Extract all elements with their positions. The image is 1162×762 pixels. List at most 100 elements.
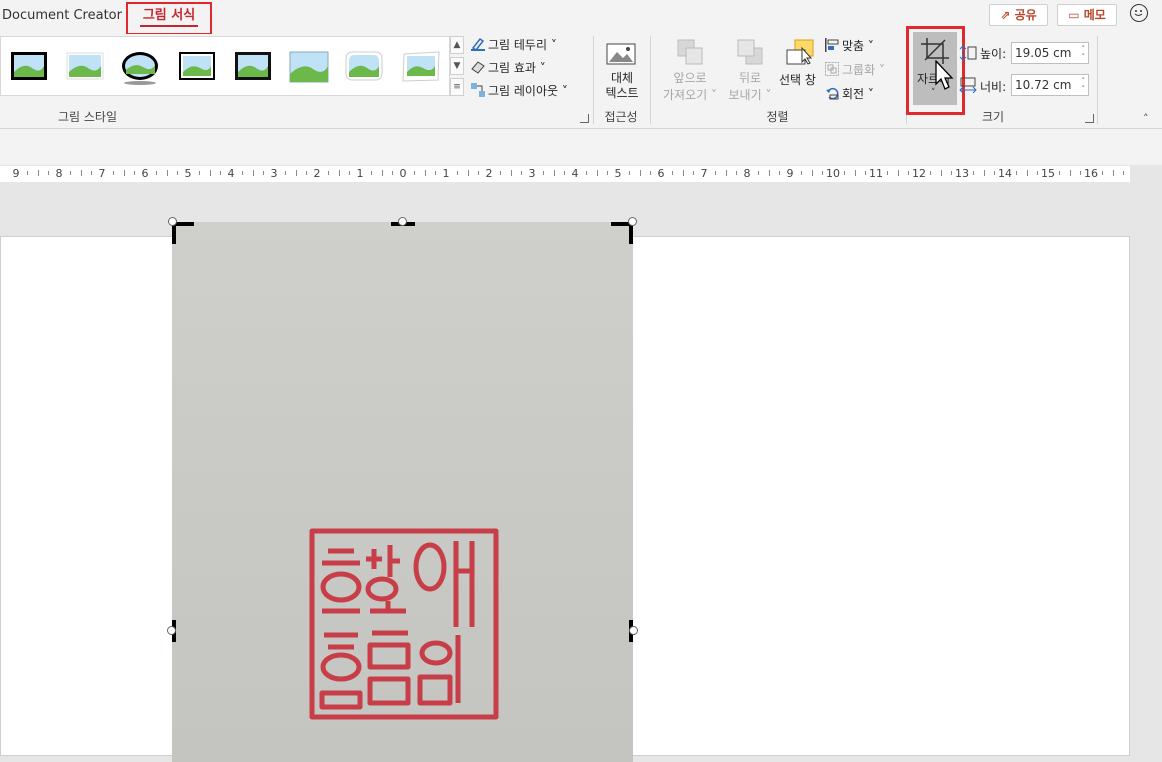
send-backward-button[interactable]: 뒤로 보내기 ˅ [724, 70, 776, 104]
gallery-more-button[interactable]: ≡ [450, 78, 464, 96]
ruler-tick [736, 171, 738, 175]
ruler-tick [48, 171, 50, 175]
ruler-tick [940, 170, 942, 176]
ruler-label: 16 [1084, 167, 1098, 180]
ruler-tick [499, 171, 501, 175]
rotate-label: 회전 [842, 87, 865, 101]
ruler-tick [671, 171, 673, 175]
horizontal-ruler[interactable]: 9 8 7 6 5 4 3 2 1 0 1 2 3 4 5 6 7 8 9 10 11 12 13 14 15 16 [0, 166, 1130, 182]
ruler-label: 14 [998, 167, 1012, 180]
height-spinner-icon[interactable]: ˄ ˅ [1082, 45, 1086, 61]
ruler-label: 4 [571, 167, 579, 180]
send-backward-line2: 보내기 [728, 88, 762, 102]
ruler-label: 5 [184, 167, 192, 180]
width-value: 10.72 cm [1015, 78, 1072, 92]
ruler-label: 9 [786, 167, 794, 180]
width-icon [959, 77, 977, 94]
width-spinner-icon[interactable]: ˄ ˅ [1082, 77, 1086, 93]
ruler-tick [1026, 170, 1028, 176]
ruler-tick [693, 171, 695, 175]
bring-forward-line1: 앞으로 [673, 71, 707, 85]
height-input[interactable]: 19.05 cm ˄ ˅ [1011, 42, 1089, 64]
group-divider [1097, 36, 1098, 124]
group-button[interactable]: 그룹화 ˅ [825, 61, 885, 78]
picture-styles-launcher-icon[interactable] [580, 114, 589, 123]
group-label-size: 크기 [981, 110, 1005, 124]
share-button[interactable]: ⇗ 공유 [989, 4, 1048, 26]
memo-button[interactable]: ▭ 메모 [1057, 4, 1117, 26]
style-thumb-3[interactable] [121, 50, 159, 85]
ruler-label: 5 [614, 167, 622, 180]
ruler-label: 4 [227, 167, 235, 180]
ruler-tick [639, 170, 641, 176]
picture-effects-button[interactable]: 그림 효과 ˅ [471, 59, 546, 76]
alt-text-button[interactable]: 대체 텍스트 [602, 71, 642, 101]
align-label: 맞춤 [842, 39, 865, 53]
ruler-label: 2 [485, 167, 493, 180]
ruler-tick [327, 171, 329, 175]
picture-layout-button[interactable]: 그림 레이아웃 ˅ [471, 82, 568, 99]
ruler-tick [37, 170, 39, 176]
style-thumb-6[interactable] [289, 50, 329, 83]
effects-icon [471, 60, 485, 74]
collapse-ribbon-icon[interactable]: ˄ [1143, 112, 1149, 125]
layout-icon [471, 83, 485, 97]
alt-text-line2: 텍스트 [605, 86, 639, 100]
ruler-tick [650, 171, 652, 175]
size-launcher-icon[interactable] [1085, 114, 1094, 123]
ruler-tick [1123, 171, 1125, 175]
ruler-tick [510, 170, 512, 176]
gallery-scroll-up-button[interactable]: ▲ [450, 36, 464, 54]
style-thumb-4[interactable] [178, 50, 216, 82]
alt-text-icon [605, 40, 637, 68]
resize-handle-right[interactable] [629, 626, 638, 635]
width-input[interactable]: 10.72 cm ˄ ˅ [1011, 74, 1089, 96]
resize-handle-top[interactable] [398, 217, 407, 226]
ruler-tick [908, 171, 910, 175]
style-thumb-8[interactable] [401, 50, 440, 82]
ruler-tick [198, 171, 200, 175]
bring-forward-button[interactable]: 앞으로 가져오기 ˅ [660, 70, 720, 104]
resize-handle-left[interactable] [167, 626, 176, 635]
ruler-label: 3 [270, 167, 278, 180]
ruler-tick [91, 171, 93, 175]
feedback-smiley-icon[interactable] [1130, 4, 1148, 22]
align-button[interactable]: 맞춤 ˅ [825, 37, 874, 54]
ruler-tick [768, 170, 770, 176]
ruler-tick [69, 171, 71, 175]
bring-forward-icon [676, 38, 704, 66]
ruler-tick [338, 170, 340, 176]
style-thumb-7[interactable] [345, 50, 383, 82]
resize-handle-top-left[interactable] [168, 217, 177, 226]
ruler-tick [886, 171, 888, 175]
ruler-tick [26, 171, 28, 175]
selection-pane-label: 선택 창 [779, 73, 816, 87]
ruler-tick [220, 171, 222, 175]
style-thumb-2[interactable] [66, 50, 104, 82]
ruler-tick [392, 171, 394, 175]
ruler-tick [843, 171, 845, 175]
align-icon [825, 38, 839, 52]
style-thumb-5[interactable] [234, 50, 272, 82]
ruler-tick [467, 170, 469, 176]
ruler-tick [1069, 170, 1071, 176]
picture-layout-label: 그림 레이아웃 [488, 84, 559, 98]
ruler-tick [628, 171, 630, 175]
resize-handle-top-right[interactable] [628, 217, 637, 226]
ruler-label: 0 [399, 167, 407, 180]
ruler-tick [725, 170, 727, 176]
app-title: Document Creator [2, 8, 122, 23]
rotate-button[interactable]: 회전 ˅ [825, 85, 874, 102]
height-value: 19.05 cm [1015, 46, 1072, 60]
selected-picture[interactable] [172, 222, 633, 762]
ruler-tick [209, 170, 211, 176]
picture-border-label: 그림 테두리 [488, 38, 548, 52]
ruler-tick [166, 170, 168, 176]
style-thumb-1[interactable] [10, 50, 48, 82]
tab-picture-format[interactable]: 그림 서식 [126, 2, 212, 35]
selection-pane-button[interactable]: 선택 창 [779, 71, 816, 88]
gallery-scroll-down-button[interactable]: ▼ [450, 57, 464, 75]
group-divider [650, 36, 651, 124]
ruler-tick [456, 171, 458, 175]
picture-border-button[interactable]: 그림 테두리 ˅ [471, 36, 557, 53]
